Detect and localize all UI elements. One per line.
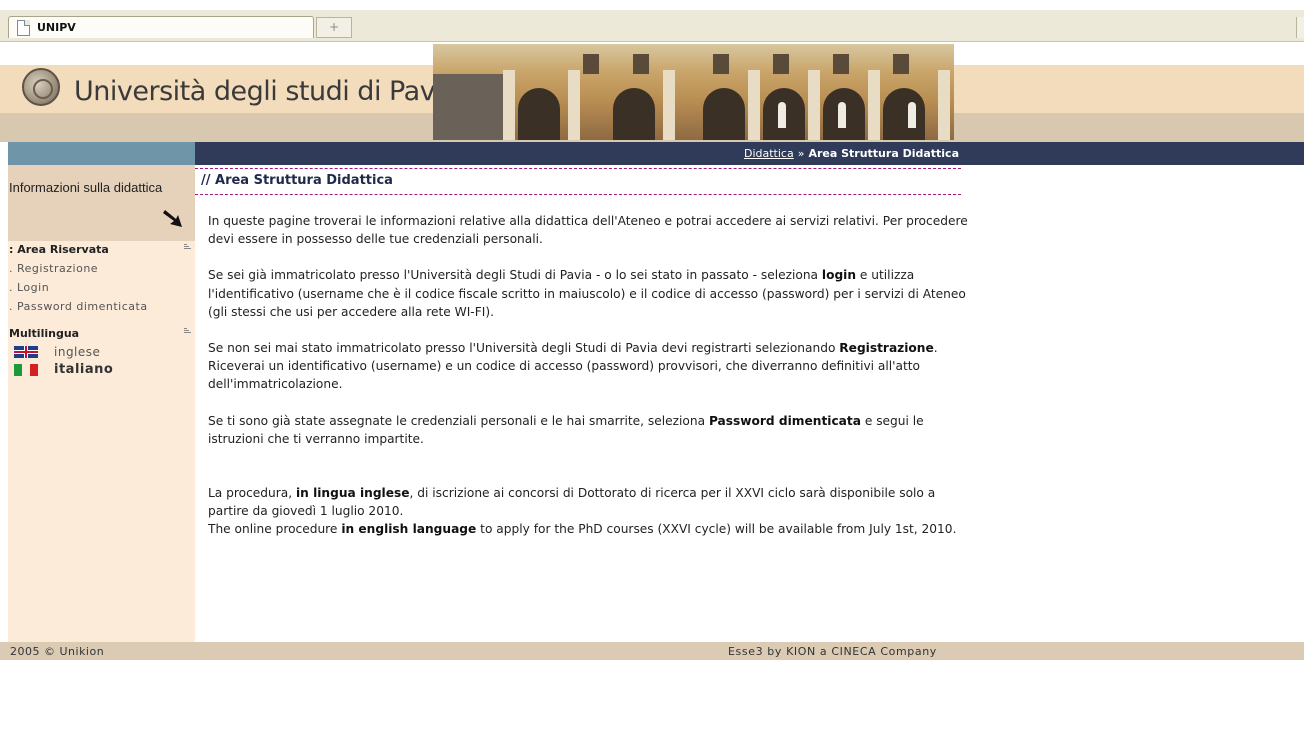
- collapse-icon[interactable]: [184, 243, 191, 251]
- new-tab-button[interactable]: +: [316, 17, 352, 38]
- sidebar: Informazioni sulla didattica : Area Rise…: [8, 165, 195, 642]
- courtyard-photo: [433, 44, 954, 140]
- italy-flag-icon-stripe: [22, 364, 30, 376]
- registrazione-emphasis: Registrazione: [839, 341, 934, 356]
- area-riservata-heading-label: : Area Riservata: [9, 243, 109, 256]
- breadcrumb-current: Area Struttura Didattica: [808, 147, 959, 160]
- italy-flag-icon: [14, 364, 38, 376]
- breadcrumb-link-didattica[interactable]: Didattica: [744, 147, 794, 160]
- password-paragraph: Se ti sono già state assegnate le creden…: [208, 412, 968, 448]
- courtyard-photo-shape: [868, 70, 880, 140]
- courtyard-photo-shape: [773, 54, 789, 74]
- navigation-bar: Didattica» Area Struttura Didattica: [0, 142, 1304, 165]
- university-name: Università degli studi di Pavia: [74, 76, 459, 107]
- tab-title: UNIPV: [37, 21, 76, 34]
- menu-item-password-dimenticata[interactable]: . Password dimenticata: [8, 297, 195, 316]
- tab-scroll-button[interactable]: [1296, 17, 1304, 38]
- courtyard-photo-shape: [433, 74, 503, 140]
- login-emphasis: login: [821, 268, 857, 283]
- italy-flag-icon-stripe: [14, 364, 22, 376]
- intro-paragraph: In queste pagine troverai le informazion…: [208, 212, 968, 248]
- courtyard-photo-shape: [778, 102, 786, 128]
- courtyard-photo-shape: [883, 88, 925, 140]
- courtyard-photo-shape: [748, 70, 760, 140]
- university-seal-logo: [22, 68, 60, 106]
- courtyard-photo-shape: [938, 70, 950, 140]
- page-icon: [17, 19, 30, 36]
- courtyard-photo-shape: [838, 102, 846, 128]
- login-paragraph: Se sei già immatricolato presso l'Univer…: [208, 266, 968, 321]
- menu-item-registrazione[interactable]: . Registrazione: [8, 259, 195, 278]
- intro-paragraph-text: In queste pagine troverai le informazion…: [208, 214, 968, 247]
- courtyard-photo-shape: [703, 88, 745, 140]
- language-italiano[interactable]: italiano: [8, 361, 195, 379]
- language-inglese[interactable]: inglese: [8, 343, 195, 361]
- menu-section-area-riservata: : Area Riservata . Registrazione . Login…: [8, 241, 195, 316]
- language-label-inglese: inglese: [54, 345, 101, 359]
- courtyard-photo-shape: [633, 54, 649, 74]
- area-riservata-heading: : Area Riservata: [8, 241, 195, 259]
- multilingua-heading: Multilingua: [8, 325, 195, 343]
- phd-notice-italian-text: La procedura,: [208, 486, 296, 501]
- courtyard-photo-shape: [518, 88, 560, 140]
- language-label-italiano: italiano: [54, 362, 114, 377]
- footer: 2005 © Unikion Esse3 by KION a CINECA Co…: [0, 642, 1304, 660]
- site-header: Università degli studi di Pavia: [0, 44, 1304, 142]
- uk-flag-icon: [14, 346, 38, 358]
- password-paragraph-text: Se ti sono già state assegnate le creden…: [208, 413, 709, 428]
- courtyard-photo-shape: [568, 70, 580, 140]
- sidebar-title: Informazioni sulla didattica: [9, 180, 163, 195]
- registration-paragraph-text: Se non sei mai stato immatricolato press…: [208, 341, 840, 356]
- password-dimenticata-emphasis: Password dimenticata: [708, 413, 861, 428]
- breadcrumb: Didattica» Area Struttura Didattica: [744, 147, 959, 160]
- courtyard-photo-shape: [613, 88, 655, 140]
- uk-flag-icon-stripe: [25, 346, 27, 358]
- menu-item-login[interactable]: . Login: [8, 278, 195, 297]
- courtyard-photo-shape: [893, 54, 909, 74]
- phd-notice-english: The online procedure in english language…: [208, 520, 968, 538]
- menu-section-multilingua: Multilingua inglese italiano: [8, 325, 195, 379]
- courtyard-photo-shape: [908, 102, 916, 128]
- registration-paragraph: Se non sei mai stato immatricolato press…: [208, 339, 968, 394]
- footer-credits: Esse3 by KION a CINECA Company: [728, 645, 937, 658]
- italy-flag-icon-stripe: [30, 364, 38, 376]
- sidebar-header: Informazioni sulla didattica: [8, 165, 195, 241]
- login-paragraph-text: Se sei già immatricolato presso l'Univer…: [208, 268, 822, 283]
- courtyard-photo-shape: [713, 54, 729, 74]
- breadcrumb-separator: »: [797, 147, 805, 160]
- arrow-down-right-icon: [163, 210, 182, 227]
- footer-copyright: 2005 © Unikion: [10, 645, 105, 658]
- phd-notice-italian: La procedura, in lingua inglese, di iscr…: [208, 484, 968, 520]
- in-lingua-inglese-emphasis: in lingua inglese: [295, 486, 410, 501]
- nav-side-block: [8, 142, 195, 165]
- phd-notice-english-text: The online procedure: [208, 522, 342, 537]
- browser-tab-strip: UNIPV +: [0, 0, 1304, 44]
- courtyard-photo-shape: [833, 54, 849, 74]
- courtyard-photo-shape: [583, 54, 599, 74]
- multilingua-heading-label: Multilingua: [9, 327, 80, 340]
- browser-tab[interactable]: UNIPV: [8, 16, 314, 38]
- courtyard-photo-shape: [663, 70, 675, 140]
- nav-main-block: Didattica» Area Struttura Didattica: [195, 142, 1304, 165]
- courtyard-photo-shape: [503, 70, 515, 140]
- courtyard-photo-shape: [808, 70, 820, 140]
- phd-notice-english-text: to apply for the PhD courses (XXVI cycle…: [476, 522, 957, 537]
- collapse-icon[interactable]: [184, 327, 191, 335]
- in-english-language-emphasis: in english language: [341, 522, 477, 537]
- main-content: // Area Struttura Didattica In queste pa…: [195, 165, 1304, 642]
- content-body: In queste pagine troverai le informazion…: [208, 212, 968, 557]
- page-title: // Area Struttura Didattica: [195, 168, 961, 195]
